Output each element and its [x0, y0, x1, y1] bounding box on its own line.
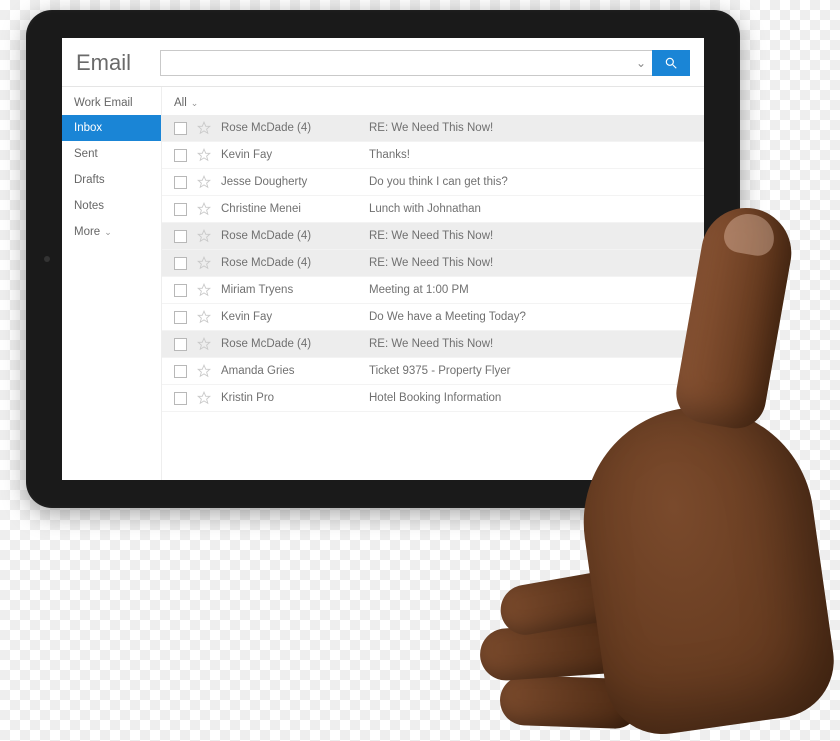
- sidebar-item-label: Sent: [74, 148, 98, 160]
- message-row[interactable]: Rose McDade (4) RE: We Need This Now!: [162, 115, 704, 142]
- message-subject: RE: We Need This Now!: [369, 230, 692, 242]
- message-row[interactable]: Kevin Fay Do We have a Meeting Today?: [162, 304, 704, 331]
- star-icon[interactable]: [197, 229, 211, 243]
- main-area: Work Email Inbox Sent Drafts Notes More ⌄ All…: [62, 87, 704, 480]
- message-checkbox[interactable]: [174, 392, 187, 405]
- filter-label: All: [174, 97, 187, 109]
- app-title: Email: [76, 50, 148, 76]
- message-sender: Christine Menei: [221, 203, 359, 215]
- message-checkbox[interactable]: [174, 176, 187, 189]
- message-subject: Ticket 9375 - Property Flyer: [369, 365, 692, 377]
- message-sender: Jesse Dougherty: [221, 176, 359, 188]
- search-icon: [664, 56, 678, 70]
- star-icon[interactable]: [197, 202, 211, 216]
- message-sender: Rose McDade (4): [221, 230, 359, 242]
- message-subject: Hotel Booking Information: [369, 392, 692, 404]
- message-sender: Rose McDade (4): [221, 338, 359, 350]
- message-subject: Lunch with Johnathan: [369, 203, 692, 215]
- message-sender: Rose McDade (4): [221, 257, 359, 269]
- message-checkbox[interactable]: [174, 257, 187, 270]
- message-sender: Kevin Fay: [221, 311, 359, 323]
- message-checkbox[interactable]: [174, 122, 187, 135]
- message-row[interactable]: Rose McDade (4) RE: We Need This Now!: [162, 250, 704, 277]
- search-input[interactable]: [160, 50, 630, 76]
- sidebar-item-label: More: [74, 226, 100, 238]
- star-icon[interactable]: [197, 337, 211, 351]
- sidebar-item-label: Notes: [74, 200, 104, 212]
- message-checkbox[interactable]: [174, 230, 187, 243]
- account-label[interactable]: Work Email: [62, 87, 161, 115]
- message-subject: RE: We Need This Now!: [369, 257, 692, 269]
- sidebar-item-notes[interactable]: Notes: [62, 193, 161, 219]
- sidebar-item-inbox[interactable]: Inbox: [62, 115, 161, 141]
- message-subject: Do you think I can get this?: [369, 176, 692, 188]
- message-row[interactable]: Christine Menei Lunch with Johnathan: [162, 196, 704, 223]
- sidebar-item-more[interactable]: More ⌄: [62, 219, 161, 245]
- message-subject: Meeting at 1:00 PM: [369, 284, 692, 296]
- message-checkbox[interactable]: [174, 203, 187, 216]
- message-subject: RE: We Need This Now!: [369, 338, 692, 350]
- sidebar: Work Email Inbox Sent Drafts Notes More ⌄: [62, 87, 162, 480]
- message-checkbox[interactable]: [174, 365, 187, 378]
- star-icon[interactable]: [197, 256, 211, 270]
- message-row[interactable]: Rose McDade (4) RE: We Need This Now!: [162, 223, 704, 250]
- sidebar-item-sent[interactable]: Sent: [62, 141, 161, 167]
- message-subject: Thanks!: [369, 149, 692, 161]
- filter-dropdown[interactable]: All ⌄: [162, 87, 704, 115]
- star-icon[interactable]: [197, 283, 211, 297]
- message-subject: Do We have a Meeting Today?: [369, 311, 692, 323]
- message-row[interactable]: Rose McDade (4) RE: We Need This Now!: [162, 331, 704, 358]
- chevron-down-icon: ⌄: [104, 227, 112, 238]
- tablet-frame: Email ⌄ Work Email Inbox Sent Drafts Notes M…: [26, 10, 740, 508]
- message-list[interactable]: Rose McDade (4) RE: We Need This Now! Kevi…: [162, 115, 704, 480]
- message-checkbox[interactable]: [174, 311, 187, 324]
- star-icon[interactable]: [197, 310, 211, 324]
- chevron-down-icon: ⌄: [636, 56, 646, 70]
- message-sender: Rose McDade (4): [221, 122, 359, 134]
- message-row[interactable]: Amanda Gries Ticket 9375 - Property Flyer: [162, 358, 704, 385]
- star-icon[interactable]: [197, 175, 211, 189]
- message-row[interactable]: Kevin Fay Thanks!: [162, 142, 704, 169]
- message-checkbox[interactable]: [174, 149, 187, 162]
- message-sender: Miriam Tryens: [221, 284, 359, 296]
- search-button[interactable]: [652, 50, 690, 76]
- chevron-down-icon: ⌄: [191, 98, 199, 109]
- message-row[interactable]: Jesse Dougherty Do you think I can get th…: [162, 169, 704, 196]
- message-sender: Kristin Pro: [221, 392, 359, 404]
- message-checkbox[interactable]: [174, 284, 187, 297]
- message-list-area: All ⌄ Rose McDade (4) RE: We Need This No…: [162, 87, 704, 480]
- star-icon[interactable]: [197, 391, 211, 405]
- message-row[interactable]: Kristin Pro Hotel Booking Information: [162, 385, 704, 412]
- star-icon[interactable]: [197, 121, 211, 135]
- header: Email ⌄: [62, 38, 704, 87]
- star-icon[interactable]: [197, 364, 211, 378]
- star-icon[interactable]: [197, 148, 211, 162]
- message-sender: Amanda Gries: [221, 365, 359, 377]
- search-bar: ⌄: [160, 50, 690, 76]
- sidebar-item-drafts[interactable]: Drafts: [62, 167, 161, 193]
- app-screen: Email ⌄ Work Email Inbox Sent Drafts Notes M…: [62, 38, 704, 480]
- message-checkbox[interactable]: [174, 338, 187, 351]
- message-subject: RE: We Need This Now!: [369, 122, 692, 134]
- sidebar-item-label: Inbox: [74, 122, 102, 134]
- message-row[interactable]: Miriam Tryens Meeting at 1:00 PM: [162, 277, 704, 304]
- sidebar-item-label: Drafts: [74, 174, 105, 186]
- message-sender: Kevin Fay: [221, 149, 359, 161]
- search-dropdown-toggle[interactable]: ⌄: [630, 50, 652, 76]
